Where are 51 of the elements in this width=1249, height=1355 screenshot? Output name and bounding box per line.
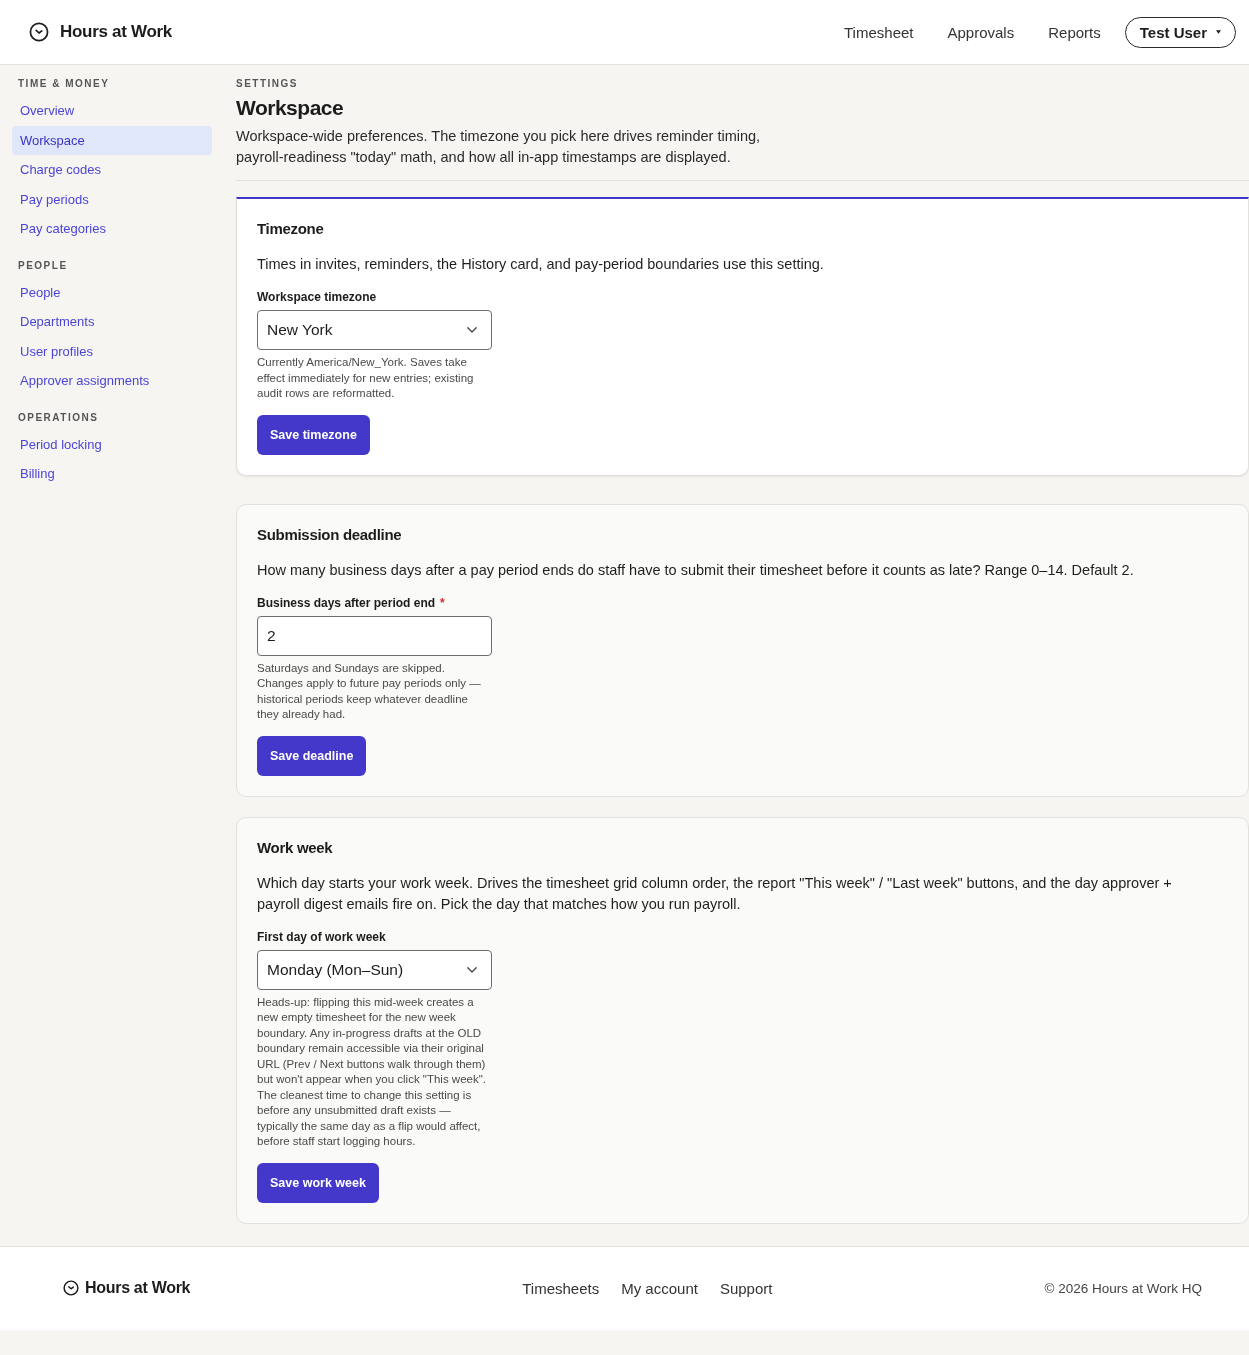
nav-link[interactable]: Timesheet [844,23,914,41]
footer-link[interactable]: Support [719,1279,773,1297]
card-title: Submission deadline [257,524,403,545]
chevron-down-icon [467,327,477,333]
sidebar-item[interactable]: Overview [12,96,212,126]
field-label: Business days after period end [257,594,436,611]
nav-link[interactable]: Approvals [947,23,1015,41]
save-button[interactable]: Save deadline [257,735,367,776]
chevron-down-icon [467,966,477,973]
user-menu-button[interactable]: Test User [1124,16,1236,48]
sidebar-item[interactable]: Departments [12,307,212,337]
select-field[interactable]: New York [257,310,492,350]
sidebar-item[interactable]: People [12,277,212,307]
clock-icon [63,1280,79,1296]
sidebar-item[interactable]: Pay categories [12,214,212,244]
field-label: Workspace timezone [257,289,377,305]
sidebar-item[interactable]: Period locking [12,429,212,459]
card-description: How many business days after a pay period ends do staff have to submit their timesheet before it counts as late? Range 0–14. Default 2. [257,560,1135,580]
save-button[interactable]: Save work week [257,1162,379,1203]
sidebar-item[interactable]: Billing [12,459,212,489]
eyebrow-label: SETTINGS [236,77,299,91]
help-text: Currently America/New_York. Saves take effect immediately for new entries; existing audit rows are reformatted. [257,355,475,401]
footer-app-title: Hours at Work [85,1279,191,1297]
sidebar-heading: OPERATIONS [17,410,100,425]
page-description: Workspace-wide preferences. The timezone you pick here drives reminder timing, payroll-readiness "today" math, and how all in-app timestamps are displayed. [236,127,762,167]
sidebar-item[interactable]: User profiles [12,336,212,366]
required-mark: * [440,594,445,611]
field-label: First day of work week [257,928,386,945]
nav-link[interactable]: Reports [1048,23,1101,41]
sidebar-heading: PEOPLE [17,258,69,273]
sidebar-item[interactable]: Approver assignments [12,366,212,396]
card-title: Work week [257,837,334,858]
card-description: Times in invites, reminders, the History card, and pay-period boundaries use this setting. [257,255,825,274]
app-title: Hours at Work [60,22,172,42]
card-description: Which day starts your work week. Drives the timesheet grid column order, the report "This week" / "Last week" buttons, and the day approver + payroll digest emails fire on. Pick the day that matches how you run payroll. [257,873,1173,914]
copyright-text: © 2026 Hours at Work HQ [1044,1280,1202,1296]
input-field[interactable]: 2 [257,615,492,656]
card-title: Timezone [257,219,325,239]
sidebar-item[interactable]: Pay periods [12,184,212,214]
sidebar-item[interactable]: Workspace [12,125,212,155]
sidebar-heading: TIME & MONEY [17,77,111,91]
save-button[interactable]: Save timezone [257,414,370,455]
clock-icon [29,22,49,42]
footer-link[interactable]: My account [621,1279,698,1297]
footer-link[interactable]: Timesheets [522,1279,600,1297]
page-title: Workspace [236,95,345,121]
sidebar-item[interactable]: Charge codes [12,155,212,185]
select-field[interactable]: Monday (Mon–Sun) [257,949,492,990]
help-text: Saturdays and Sundays are skipped. Changes apply to future pay periods only — historical periods keep whatever deadline they already had. [257,660,482,722]
help-text: Heads-up: flipping this mid-week creates a new empty timesheet for the new week boundary. Any in-progress drafts at the OLD boundary remain accessible via their original URL (Prev / Next buttons walk through them) but won't appear when you click "This week". The cleanest time to change this setting is before any unsubmitted draft exists — typically the same day as a flip would affect, before staff start logging hours. [257,994,487,1149]
caret-icon [1216,30,1221,34]
